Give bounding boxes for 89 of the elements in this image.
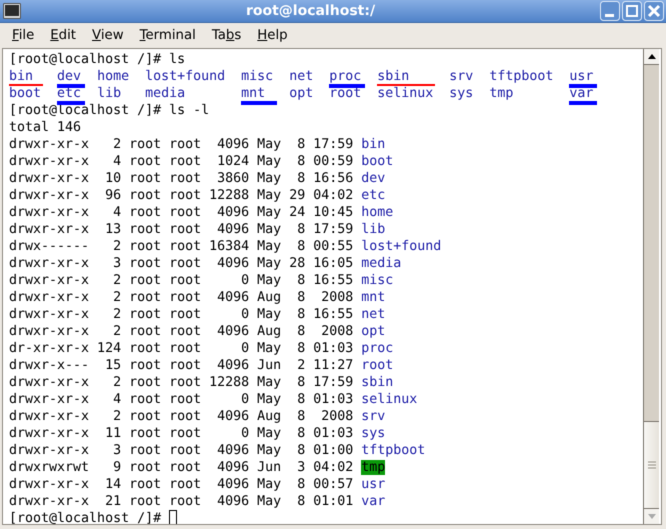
directory-name: var (361, 494, 386, 509)
directory-name: tftpboot (361, 443, 426, 458)
directory-name: dev (361, 171, 386, 186)
scroll-up-button[interactable] (644, 49, 659, 65)
file-details: dr-xr-xr-x 124 root root 0 May 8 01:03 (9, 341, 354, 356)
file-details: drwxr-xr-x 96 root root 12288 May 29 04:02 (9, 188, 354, 203)
directory-name: sys (361, 426, 386, 441)
file-details: drwxr-xr-x 2 root root 4096 Aug 8 2008 (9, 409, 354, 424)
minimize-button[interactable] (600, 1, 620, 21)
file-details: drwxr-xr-x 10 root root 3860 May 8 16:56 (9, 171, 354, 186)
file-details: drwxr-xr-x 4 root root 4096 May 24 10:45 (9, 205, 354, 220)
menu-item[interactable]: File (4, 26, 42, 44)
menu-item[interactable]: Help (249, 26, 296, 44)
directory-name: etc (361, 188, 386, 203)
directory-name: opt (289, 85, 314, 102)
file-details: drwxr-xr-x 11 root root 0 May 8 01:03 (9, 426, 354, 441)
terminal-icon[interactable] (3, 3, 21, 19)
file-details: drwxr-xr-x 3 root root 4096 May 8 01:00 (9, 443, 354, 458)
directory-name: net (361, 307, 386, 322)
file-details: drwxr-xr-x 2 root root 4096 Aug 8 2008 (9, 324, 354, 339)
directory-name: proc (329, 68, 362, 85)
directory-name: boot (361, 154, 394, 169)
file-details: drwx------ 2 root root 16384 May 8 00:55 (9, 239, 354, 254)
directory-name: sbin (361, 375, 394, 390)
file-details: drwxrwxrwt 9 root root 4096 Jun 3 04:02 (9, 460, 354, 475)
menu-item[interactable]: Terminal (132, 26, 204, 44)
terminal-line: [root@localhost /]# ls (9, 52, 186, 67)
directory-name: mnt (361, 290, 386, 305)
file-details: drwxr-xr-x 2 root root 4096 Aug 8 2008 (9, 290, 354, 305)
maximize-button[interactable] (622, 1, 642, 21)
file-details: drwxr-xr-x 2 root root 4096 May 8 17:59 (9, 137, 354, 152)
file-details: drwxr-xr-x 13 root root 4096 May 8 17:59 (9, 222, 354, 237)
scrollbar-thumb[interactable] (644, 421, 659, 508)
file-details: drwxr-xr-x 2 root root 0 May 8 16:55 (9, 307, 354, 322)
text-cursor (169, 510, 178, 524)
directory-name: opt (361, 324, 386, 339)
terminal-line: total 146 (9, 120, 82, 135)
directory-name: usr (361, 477, 386, 492)
directory-name: sbin (377, 68, 434, 85)
directory-name: root (361, 358, 394, 373)
directory-name: lib (97, 85, 122, 102)
directory-name: root (329, 85, 362, 102)
directory-name: etc (57, 85, 82, 102)
file-details: drwxr-xr-x 2 root root 12288 May 8 17:59 (9, 375, 354, 390)
directory-name: media (361, 256, 402, 271)
directory-name: srv (449, 68, 474, 85)
directory-name: media (145, 85, 186, 102)
window-title: root@localhost:/ (244, 3, 376, 19)
menu-item[interactable]: Tabs (204, 26, 250, 44)
close-button[interactable] (644, 1, 664, 21)
directory-name: tmp (361, 460, 386, 475)
grip-icon (648, 461, 656, 469)
terminal-line: [root@localhost /]# (9, 511, 162, 524)
file-details: drwxr-xr-x 4 root root 1024 May 8 00:59 (9, 154, 354, 169)
directory-name: selinux (377, 85, 434, 102)
down-arrow-icon (648, 514, 656, 519)
directory-name: home (97, 68, 130, 85)
file-details: drwxr-xr-x 2 root root 0 May 8 16:55 (9, 273, 354, 288)
directory-name: home (361, 205, 394, 220)
directory-name: boot (9, 85, 42, 102)
directory-name: misc (241, 68, 274, 85)
file-details: drwxr-xr-x 21 root root 4096 May 8 01:01 (9, 494, 354, 509)
menu-item[interactable]: View (84, 26, 132, 44)
directory-name: srv (361, 409, 386, 424)
file-details: drwxr-xr-x 14 root root 4096 May 8 00:57 (9, 477, 354, 492)
directory-name: sys (449, 85, 474, 102)
directory-name: var (569, 85, 594, 102)
directory-name: dev (57, 68, 82, 85)
directory-name: bin (9, 68, 42, 85)
scroll-down-button[interactable] (644, 508, 659, 524)
directory-name: lib (361, 222, 386, 237)
directory-name: lost+found (145, 68, 226, 85)
directory-name: proc (361, 341, 394, 356)
terminal-line: [root@localhost /]# ls -l (9, 103, 210, 118)
directory-name: selinux (361, 392, 418, 407)
directory-name: net (289, 68, 314, 85)
file-details: drwxr-x--- 15 root root 4096 Jun 2 11:27 (9, 358, 354, 373)
directory-name: bin (361, 137, 386, 152)
directory-name: usr (569, 68, 594, 85)
directory-name: mnt (241, 85, 274, 102)
up-arrow-icon (648, 54, 656, 59)
directory-name: misc (361, 273, 394, 288)
scrollbar[interactable] (643, 49, 659, 524)
menu-item[interactable]: Edit (42, 26, 84, 44)
directory-name: lost+found (361, 239, 442, 254)
file-details: drwxr-xr-x 4 root root 0 May 8 01:03 (9, 392, 354, 407)
directory-name: tftpboot (489, 68, 554, 85)
file-details: drwxr-xr-x 3 root root 4096 May 28 16:05 (9, 256, 354, 271)
directory-name: tmp (489, 85, 514, 102)
